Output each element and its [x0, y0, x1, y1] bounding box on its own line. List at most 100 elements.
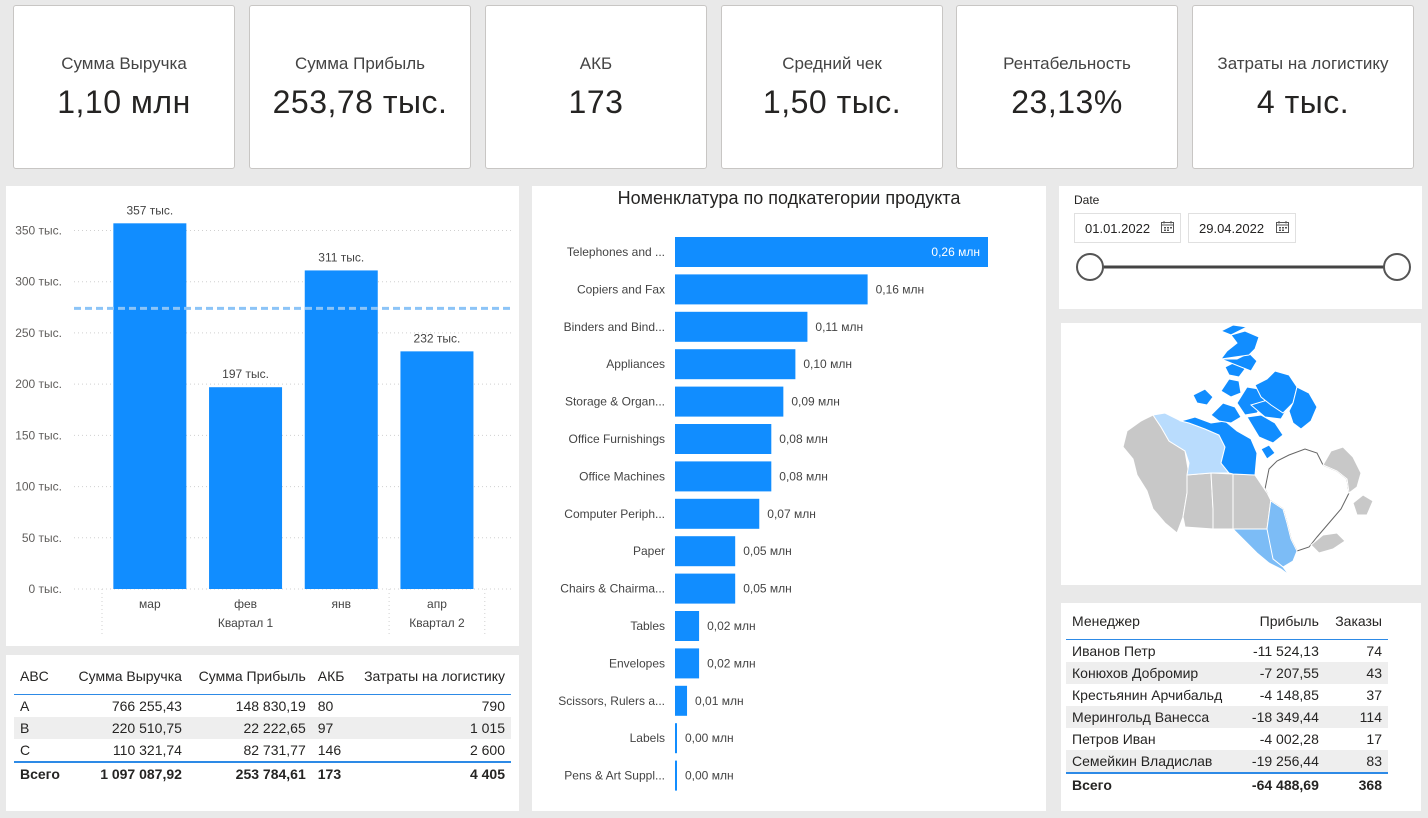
group-label: Квартал 1	[218, 616, 274, 630]
abc-table-panel[interactable]: ABC Сумма Выручка Сумма Прибыль АКБ Затр…	[6, 655, 519, 811]
kpi-title: Средний чек	[782, 53, 882, 73]
bar[interactable]	[675, 311, 808, 342]
cell: -18 349,44	[1240, 706, 1325, 728]
kpi-value: 1,50 тыс.	[762, 83, 902, 120]
x-tick-label: мар	[139, 597, 161, 611]
subcategory-chart-panel[interactable]: Номенклатура по подкатегории продукта Tel…	[532, 186, 1046, 811]
cell: 43	[1324, 662, 1388, 684]
data-label: 357 тыс.	[126, 203, 173, 217]
bar[interactable]	[113, 223, 187, 589]
data-label: 0,16 млн	[876, 282, 925, 296]
bar[interactable]	[675, 536, 736, 567]
bar[interactable]	[675, 611, 700, 641]
table-row[interactable]: C 110 321,74 82 731,77 146 2 600	[14, 739, 511, 762]
data-label: 0,05 млн	[743, 544, 792, 558]
bar[interactable]	[675, 573, 736, 604]
category-label: Copiers and Fax	[577, 282, 665, 296]
kpi-card-profitability[interactable]: Рентабельность 23,13%	[956, 5, 1178, 169]
map-region[interactable]	[1220, 378, 1242, 398]
calendar-icon[interactable]	[1276, 221, 1289, 233]
map-region[interactable]	[1210, 472, 1234, 530]
date-end-input[interactable]: 29.04.2022	[1188, 213, 1296, 243]
bar[interactable]	[209, 387, 283, 589]
cell: -4 148,85	[1259, 687, 1319, 703]
data-label: 0,08 млн	[779, 432, 828, 446]
data-label: 0,09 млн	[791, 395, 840, 409]
table-row[interactable]: Иванов Петр -11 524,13 74	[1066, 640, 1388, 663]
map-panel[interactable]	[1061, 323, 1421, 585]
slider-end-handle[interactable]	[1383, 253, 1411, 281]
bar[interactable]	[400, 351, 474, 589]
monthly-chart-panel[interactable]: 0 тыс. 50 тыс. 100 тыс. 150 тыс. 200 тыс. 250…	[6, 186, 519, 646]
bar[interactable]	[675, 461, 772, 492]
bar[interactable]	[675, 274, 868, 305]
category-label: Office Machines	[579, 469, 665, 483]
map-region[interactable]	[1246, 414, 1284, 444]
column-header[interactable]: АКБ	[312, 658, 352, 695]
data-label: 311 тыс.	[318, 250, 364, 264]
column-header[interactable]: Сумма Выручка	[68, 658, 188, 695]
data-label: 0,26 млн	[931, 245, 980, 259]
bar[interactable]	[675, 685, 688, 716]
chart-title: Номенклатура по подкатегории продукта	[618, 188, 962, 208]
data-label: 0,00 млн	[685, 769, 734, 783]
column-header[interactable]: Прибыль	[1240, 603, 1325, 640]
subcategory-bar-chart[interactable]: Номенклатура по подкатегории продукта Tel…	[532, 186, 1046, 811]
data-label: 0,01 млн	[695, 694, 744, 708]
manager-table-panel[interactable]: Менеджер Прибыль Заказы Иванов Петр -11 …	[1061, 603, 1421, 811]
bar[interactable]	[675, 424, 772, 454]
cell: Иванов Петр	[1072, 643, 1156, 659]
cell: 74	[1366, 643, 1382, 659]
column-header[interactable]: Заказы	[1325, 603, 1388, 640]
table-row[interactable]: A 766 255,43 148 830,19 80 790	[14, 695, 511, 718]
kpi-title: АКБ	[579, 53, 613, 73]
map-region[interactable]	[1260, 444, 1276, 460]
cell: 17	[1366, 731, 1382, 747]
column-header[interactable]: ABC	[14, 658, 68, 695]
kpi-title: Сумма Прибыль	[294, 53, 426, 73]
date-start-input[interactable]: 01.01.2022	[1074, 213, 1181, 243]
kpi-card-akb[interactable]: АКБ 173	[485, 5, 707, 169]
canada-map[interactable]	[1061, 323, 1421, 585]
map-region[interactable]	[1210, 402, 1242, 424]
column-header[interactable]: Сумма Прибыль	[188, 658, 312, 695]
data-label: 0,02 млн	[707, 656, 756, 670]
cell: Крестьянин Арчибальд	[1072, 687, 1223, 703]
kpi-card-revenue[interactable]: Сумма Выручка 1,10 млн	[13, 5, 235, 169]
table-row[interactable]: Конюхов Добромир -7 207,55 43	[1066, 662, 1388, 684]
date-start-value: 01.01.2022	[1085, 221, 1151, 236]
table-row[interactable]: Семейкин Владислав -19 256,44 83	[1066, 750, 1388, 773]
kpi-card-avg-check[interactable]: Средний чек 1,50 тыс.	[721, 5, 943, 169]
map-region[interactable]	[1352, 494, 1374, 516]
map-region[interactable]	[1232, 473, 1272, 530]
table-row[interactable]: B 220 510,75 22 222,65 97 1 015	[14, 717, 511, 739]
calendar-icon[interactable]	[1161, 221, 1174, 233]
slider-start-handle[interactable]	[1076, 253, 1104, 281]
kpi-card-logistics[interactable]: Затраты на логистику 4 тыс.	[1192, 5, 1414, 169]
cell: 83	[1324, 750, 1388, 773]
table-row[interactable]: Петров Иван -4 002,28 17	[1066, 728, 1388, 750]
date-range-slider[interactable]	[1059, 246, 1422, 288]
bar[interactable]	[675, 349, 796, 380]
bar[interactable]	[675, 760, 677, 791]
bar[interactable]	[675, 723, 677, 754]
map-region[interactable]	[1219, 330, 1260, 360]
data-label: 0,08 млн	[779, 469, 828, 483]
cell: Конюхов Добромир	[1066, 662, 1241, 684]
kpi-value: 4 тыс.	[1256, 83, 1350, 120]
cell: 220 510,75	[67, 717, 188, 739]
map-region[interactable]	[1192, 388, 1214, 406]
column-header[interactable]: Менеджер	[1066, 603, 1240, 640]
bar[interactable]	[675, 498, 760, 529]
bar[interactable]	[675, 648, 700, 679]
column-header[interactable]: Затраты на логистику	[352, 658, 511, 695]
cell: -4 002,28	[1259, 731, 1319, 747]
kpi-card-profit[interactable]: Сумма Прибыль 253,78 тыс.	[249, 5, 471, 169]
table-row[interactable]: Мерингольд Ванесса -18 349,44 114	[1066, 706, 1388, 728]
table-row[interactable]: Крестьянин Арчибальд -4 148,85 37	[1066, 684, 1388, 706]
bar[interactable]	[675, 386, 784, 417]
bar[interactable]	[304, 270, 378, 589]
map-region[interactable]	[1182, 472, 1214, 530]
monthly-bar-chart[interactable]: 0 тыс. 50 тыс. 100 тыс. 150 тыс. 200 тыс. 250…	[6, 186, 519, 646]
cell: -64 488,69	[1240, 772, 1325, 796]
